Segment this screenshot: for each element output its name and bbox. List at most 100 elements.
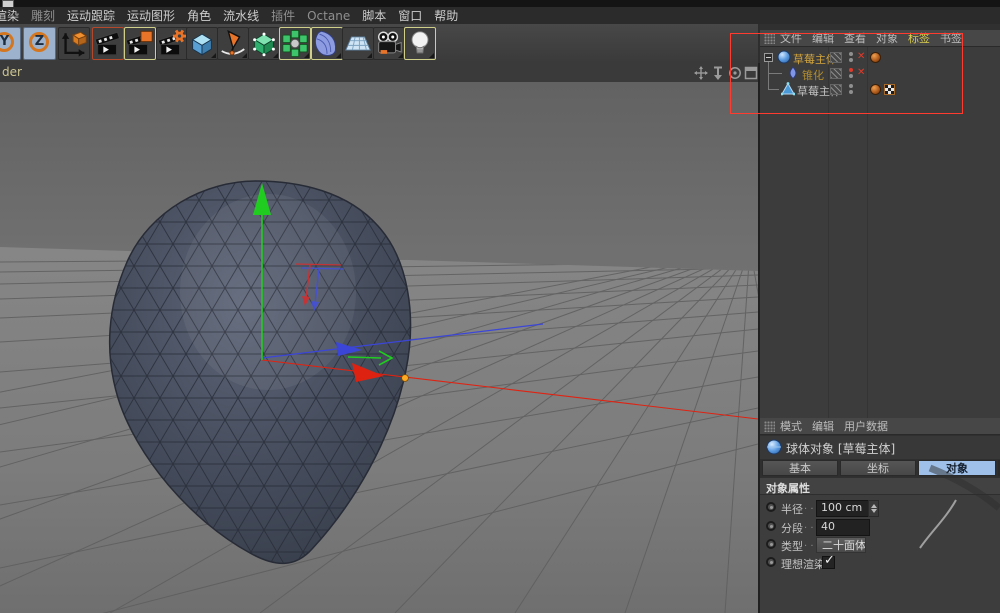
- object-row-polygon[interactable]: 草莓主体: [760, 82, 1000, 97]
- camera-icon: [374, 28, 404, 59]
- render-perfect-checkbox[interactable]: ✓: [822, 556, 835, 569]
- mograph-button[interactable]: [279, 27, 311, 60]
- om-menu-file[interactable]: 文件: [780, 30, 802, 46]
- am-menu-edit[interactable]: 编辑: [812, 418, 834, 434]
- menu-window[interactable]: 窗口: [394, 7, 426, 24]
- c4d-window: 渲染 雕刻 运动跟踪 运动图形 角色 流水线 插件 Octane 脚本 窗口 帮…: [0, 0, 1000, 613]
- coordinate-system-button[interactable]: [58, 27, 90, 60]
- radius-input[interactable]: 100 cm: [816, 500, 870, 517]
- menu-character[interactable]: 角色: [183, 7, 215, 24]
- object-row-sphere[interactable]: 草莓主体 ✕: [760, 50, 1000, 65]
- pen-spline-button[interactable]: [217, 27, 249, 60]
- om-menu-tags[interactable]: 标签: [908, 30, 930, 46]
- keyframe-circle-icon[interactable]: [766, 557, 776, 567]
- am-menu-mode[interactable]: 模式: [780, 418, 802, 434]
- deformer-button[interactable]: [311, 27, 343, 60]
- object-manager-menubar: 文件 编辑 查看 对象 标签 书签: [760, 30, 1000, 47]
- render-settings-button[interactable]: [156, 27, 188, 60]
- render-settings-gear-icon: [157, 28, 187, 59]
- enable-toggle[interactable]: ✕: [857, 67, 865, 78]
- enable-toggle[interactable]: ✕: [857, 51, 865, 62]
- om-menu-objects[interactable]: 对象: [876, 30, 898, 46]
- property-label: 分段: [781, 520, 803, 536]
- menu-help[interactable]: 帮助: [430, 7, 462, 24]
- taper-deformer-icon: [786, 66, 800, 80]
- tab-basic[interactable]: 基本: [762, 460, 838, 476]
- y-view-button[interactable]: Y: [0, 27, 21, 60]
- drag-grip-icon[interactable]: [764, 421, 775, 432]
- z-view-label: Z: [24, 34, 55, 49]
- object-tree: 草莓主体 ✕ 锥化 ✕: [760, 47, 1000, 418]
- render-clapper-icon: [93, 28, 123, 59]
- am-menu-userdata[interactable]: 用户数据: [844, 418, 888, 434]
- menu-motion-tracker[interactable]: 运动跟踪: [63, 7, 119, 24]
- floor-button[interactable]: [342, 27, 374, 60]
- cube-primitive-button[interactable]: [186, 27, 218, 60]
- render-visibility-dot[interactable]: [849, 74, 853, 78]
- attribute-object-title: 球体对象 [草莓主体]: [786, 440, 895, 457]
- uvw-tag-icon[interactable]: [884, 84, 895, 95]
- keyframe-circle-icon[interactable]: [766, 521, 776, 531]
- editor-visibility-dot[interactable]: [849, 52, 853, 56]
- om-menu-edit[interactable]: 编辑: [812, 30, 834, 46]
- keyframe-circle-icon[interactable]: [766, 502, 776, 512]
- collapse-expander-icon[interactable]: [764, 53, 773, 62]
- type-dropdown[interactable]: 二十面体: [816, 537, 866, 553]
- z-view-button[interactable]: Z: [23, 27, 56, 60]
- object-properties: 半径 . . . 100 cm 分段 . . . 40 类型 . . . 二十面…: [760, 495, 1000, 613]
- tab-object[interactable]: 对象: [918, 460, 996, 476]
- layer-swatch[interactable]: [830, 68, 842, 79]
- object-row-taper[interactable]: 锥化 ✕: [760, 66, 1000, 81]
- keyframe-circle-icon[interactable]: [766, 539, 776, 549]
- property-row-radius: 半径 . . . 100 cm: [760, 500, 1000, 517]
- menu-octane[interactable]: Octane: [303, 9, 354, 23]
- attribute-tabs: 基本 坐标 对象: [760, 459, 1000, 477]
- material-tag-icon[interactable]: [870, 52, 881, 63]
- make-editable-button[interactable]: [248, 27, 280, 60]
- menu-pipeline[interactable]: 流水线: [219, 7, 263, 24]
- drag-grip-icon[interactable]: [764, 33, 775, 44]
- cube-icon: [187, 28, 217, 59]
- light-button[interactable]: [404, 27, 436, 60]
- layer-swatch[interactable]: [830, 84, 842, 95]
- polygon-object-icon: [781, 82, 795, 96]
- property-row-segments: 分段 . . . 40: [760, 519, 1000, 536]
- floor-grid-icon: [343, 28, 373, 59]
- tab-coordinates[interactable]: 坐标: [840, 460, 916, 476]
- render-visibility-dot[interactable]: [849, 58, 853, 62]
- column-divider: [867, 47, 868, 418]
- render-picture-viewer-button[interactable]: [124, 27, 156, 60]
- editor-visibility-dot[interactable]: [849, 68, 853, 72]
- pan-view-icon[interactable]: [694, 66, 708, 80]
- object-name[interactable]: 锥化: [802, 67, 824, 83]
- camera-button[interactable]: [373, 27, 405, 60]
- segments-input[interactable]: 40: [816, 519, 870, 536]
- radius-handle-dot[interactable]: [402, 375, 409, 382]
- menu-mograph[interactable]: 运动图形: [123, 7, 179, 24]
- rotate-view-icon[interactable]: [728, 66, 742, 80]
- menu-plugins[interactable]: 插件: [267, 7, 299, 24]
- sphere-object-icon: [766, 439, 782, 455]
- render-view-button[interactable]: [92, 27, 124, 60]
- viewport-titlebar: der: [0, 63, 758, 83]
- leader-dots: . . .: [804, 501, 816, 512]
- menu-script[interactable]: 脚本: [358, 7, 390, 24]
- deformer-icon: [312, 28, 342, 59]
- right-panel: 文件 编辑 查看 对象 标签 书签 草莓主体: [760, 24, 1000, 613]
- layer-swatch[interactable]: [830, 52, 842, 63]
- dolly-view-icon[interactable]: [711, 66, 725, 80]
- menu-sculpt[interactable]: 雕刻: [27, 7, 59, 24]
- material-tag-icon[interactable]: [870, 84, 881, 95]
- maximize-view-icon[interactable]: [744, 66, 758, 80]
- om-menu-bookmarks[interactable]: 书签: [940, 30, 962, 46]
- menu-render[interactable]: 渲染: [0, 7, 23, 24]
- om-menu-view[interactable]: 查看: [844, 30, 866, 46]
- radius-stepper[interactable]: [868, 500, 879, 517]
- mograph-cluster-icon: [280, 28, 310, 59]
- viewport-canvas[interactable]: [0, 82, 758, 613]
- editor-visibility-dot[interactable]: [849, 84, 853, 88]
- render-visibility-dot[interactable]: [849, 90, 853, 94]
- attribute-object-header: 球体对象 [草莓主体]: [760, 436, 1000, 459]
- viewport-title: der: [2, 65, 22, 79]
- leader-dots: . . .: [804, 520, 816, 531]
